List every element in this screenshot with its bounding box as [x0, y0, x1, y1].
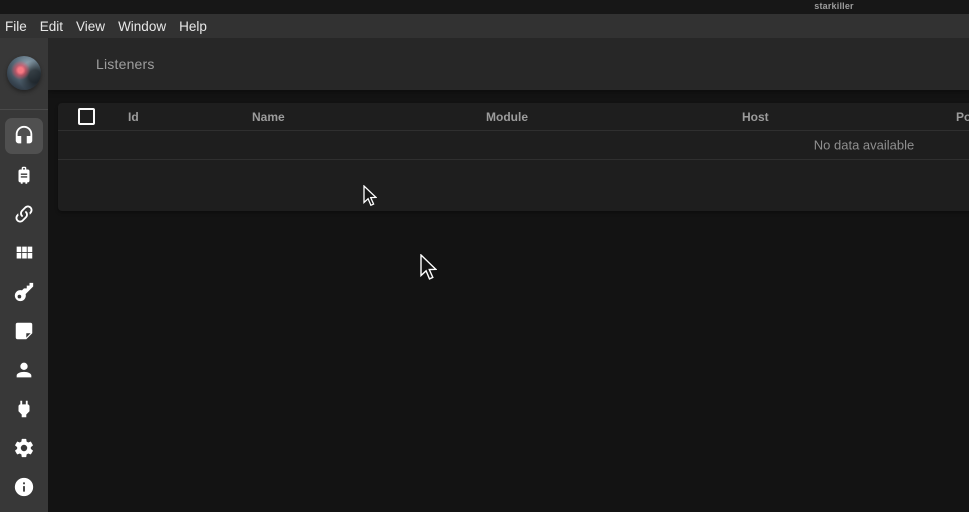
plug-icon — [13, 398, 35, 420]
sidebar-item-listeners[interactable] — [0, 116, 48, 155]
menu-help[interactable]: Help — [178, 17, 208, 36]
listeners-table: Id Name Module Host Port No data availab… — [58, 103, 969, 211]
sidebar-item-credentials[interactable] — [0, 272, 48, 311]
column-header-port[interactable]: Port — [942, 110, 969, 124]
headphones-icon — [13, 125, 35, 147]
window-title: starkiller — [814, 1, 854, 11]
no-data-message: No data available — [814, 138, 914, 153]
menu-view[interactable]: View — [75, 17, 106, 36]
sidebar-item-stagers[interactable] — [0, 155, 48, 194]
luggage-icon — [13, 164, 35, 186]
column-header-host[interactable]: Host — [728, 110, 942, 124]
table-empty-row: No data available — [58, 131, 969, 160]
account-icon — [13, 359, 35, 381]
sidebar-item-reporting[interactable] — [0, 311, 48, 350]
page-toolbar: Listeners — [48, 38, 969, 90]
menu-file[interactable]: File — [4, 17, 28, 36]
table-footer-area — [58, 160, 969, 210]
menu-window[interactable]: Window — [117, 17, 167, 36]
select-all-cell — [58, 108, 114, 125]
column-header-id[interactable]: Id — [114, 110, 238, 124]
sidebar-item-plugins[interactable] — [0, 389, 48, 428]
table-header-row: Id Name Module Host Port — [58, 103, 969, 131]
sidebar — [0, 38, 48, 512]
sidebar-item-agents[interactable] — [0, 194, 48, 233]
note-icon — [13, 320, 35, 342]
menu-bar: File Edit View Window Help — [0, 14, 969, 38]
column-header-name[interactable]: Name — [238, 110, 472, 124]
starkiller-logo — [7, 56, 41, 90]
sidebar-item-about[interactable] — [0, 467, 48, 506]
grid-icon — [13, 242, 35, 264]
menu-edit[interactable]: Edit — [39, 17, 64, 36]
os-title-bar: starkiller — [0, 0, 969, 14]
key-icon — [13, 281, 35, 303]
column-header-module[interactable]: Module — [472, 110, 728, 124]
sidebar-nav — [0, 110, 48, 506]
starkiller-app-window: starkiller File Edit View Window Help — [0, 0, 969, 512]
page-title: Listeners — [96, 56, 155, 72]
select-all-checkbox[interactable] — [78, 108, 95, 125]
sidebar-item-users[interactable] — [0, 350, 48, 389]
sidebar-item-modules[interactable] — [0, 233, 48, 272]
sidebar-item-settings[interactable] — [0, 428, 48, 467]
main-content: Listeners Id Name Module Host Port No da… — [48, 38, 969, 512]
info-icon — [13, 476, 35, 498]
gear-icon — [13, 437, 35, 459]
link-icon — [13, 203, 35, 225]
